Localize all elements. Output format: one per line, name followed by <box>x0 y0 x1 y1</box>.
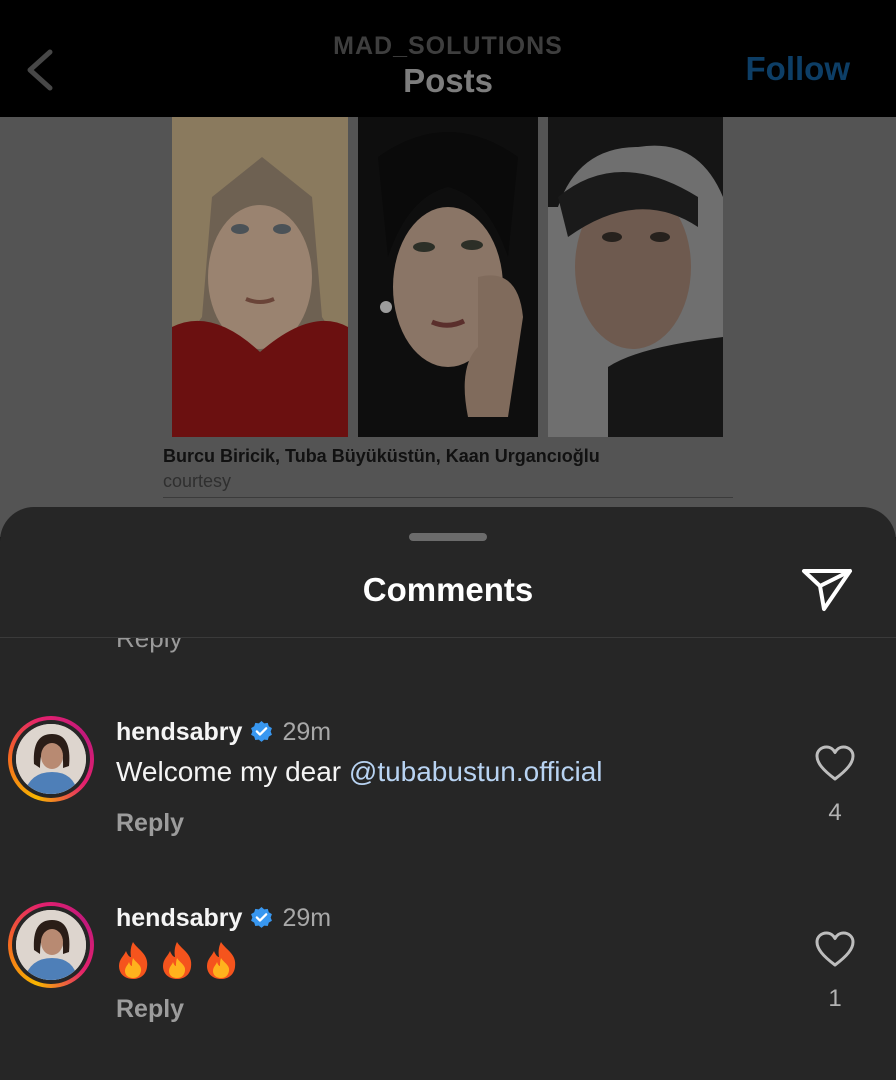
comments-title: Comments <box>362 571 534 608</box>
previous-reply-button[interactable]: Reply <box>116 637 182 654</box>
verified-badge-icon <box>251 720 273 742</box>
fire-icon <box>207 942 236 979</box>
verified-badge-icon <box>251 906 273 928</box>
share-send-icon[interactable] <box>800 565 854 613</box>
top-nav-bar: MAD_SOLUTIONS Posts Follow <box>0 0 896 117</box>
sheet-drag-handle[interactable] <box>409 533 487 541</box>
avatar-story-ring[interactable] <box>8 716 94 802</box>
reply-button[interactable]: Reply <box>116 995 184 1024</box>
comment-item: hendsabry 29m Welcome my dear @tubabustu… <box>0 716 896 846</box>
post-photo-right <box>548 117 723 437</box>
follow-button[interactable]: Follow <box>746 50 850 88</box>
avatar-story-ring[interactable] <box>8 902 94 988</box>
photo-caption: Burcu Biricik, Tuba Büyüküstün, Kaan Urg… <box>163 446 600 466</box>
comment-item: hendsabry 29m Reply 1 <box>0 902 896 1032</box>
avatar <box>16 724 86 794</box>
post-photo-left <box>172 117 348 437</box>
avatar <box>16 910 86 980</box>
comment-username[interactable]: hendsabry <box>116 904 242 933</box>
comment-timestamp: 29m <box>282 717 332 746</box>
comments-sheet: Comments Reply hendsabry 29m Welcome my … <box>0 507 896 1080</box>
fire-icon <box>163 942 192 979</box>
post-content: Burcu Biricik, Tuba Büyüküstün, Kaan Urg… <box>0 117 896 537</box>
comment-mention-link[interactable]: @tubabustun.official <box>349 756 603 787</box>
post-photo-center <box>358 117 538 437</box>
comment-username[interactable]: hendsabry <box>116 718 242 747</box>
caption-divider <box>163 497 733 498</box>
comment-emoji-row <box>116 940 239 980</box>
comment-timestamp: 29m <box>282 903 332 932</box>
like-heart-icon[interactable] <box>814 930 856 968</box>
fire-icon <box>119 942 148 979</box>
like-count: 4 <box>828 799 842 826</box>
sheet-header-divider <box>0 637 896 638</box>
like-count: 1 <box>828 985 842 1012</box>
comment-body: Welcome my dear @tubabustun.official <box>116 756 603 788</box>
photo-credit: courtesy <box>163 471 232 491</box>
comment-text: Welcome my dear <box>116 756 349 787</box>
reply-button[interactable]: Reply <box>116 809 184 838</box>
like-heart-icon[interactable] <box>814 744 856 782</box>
